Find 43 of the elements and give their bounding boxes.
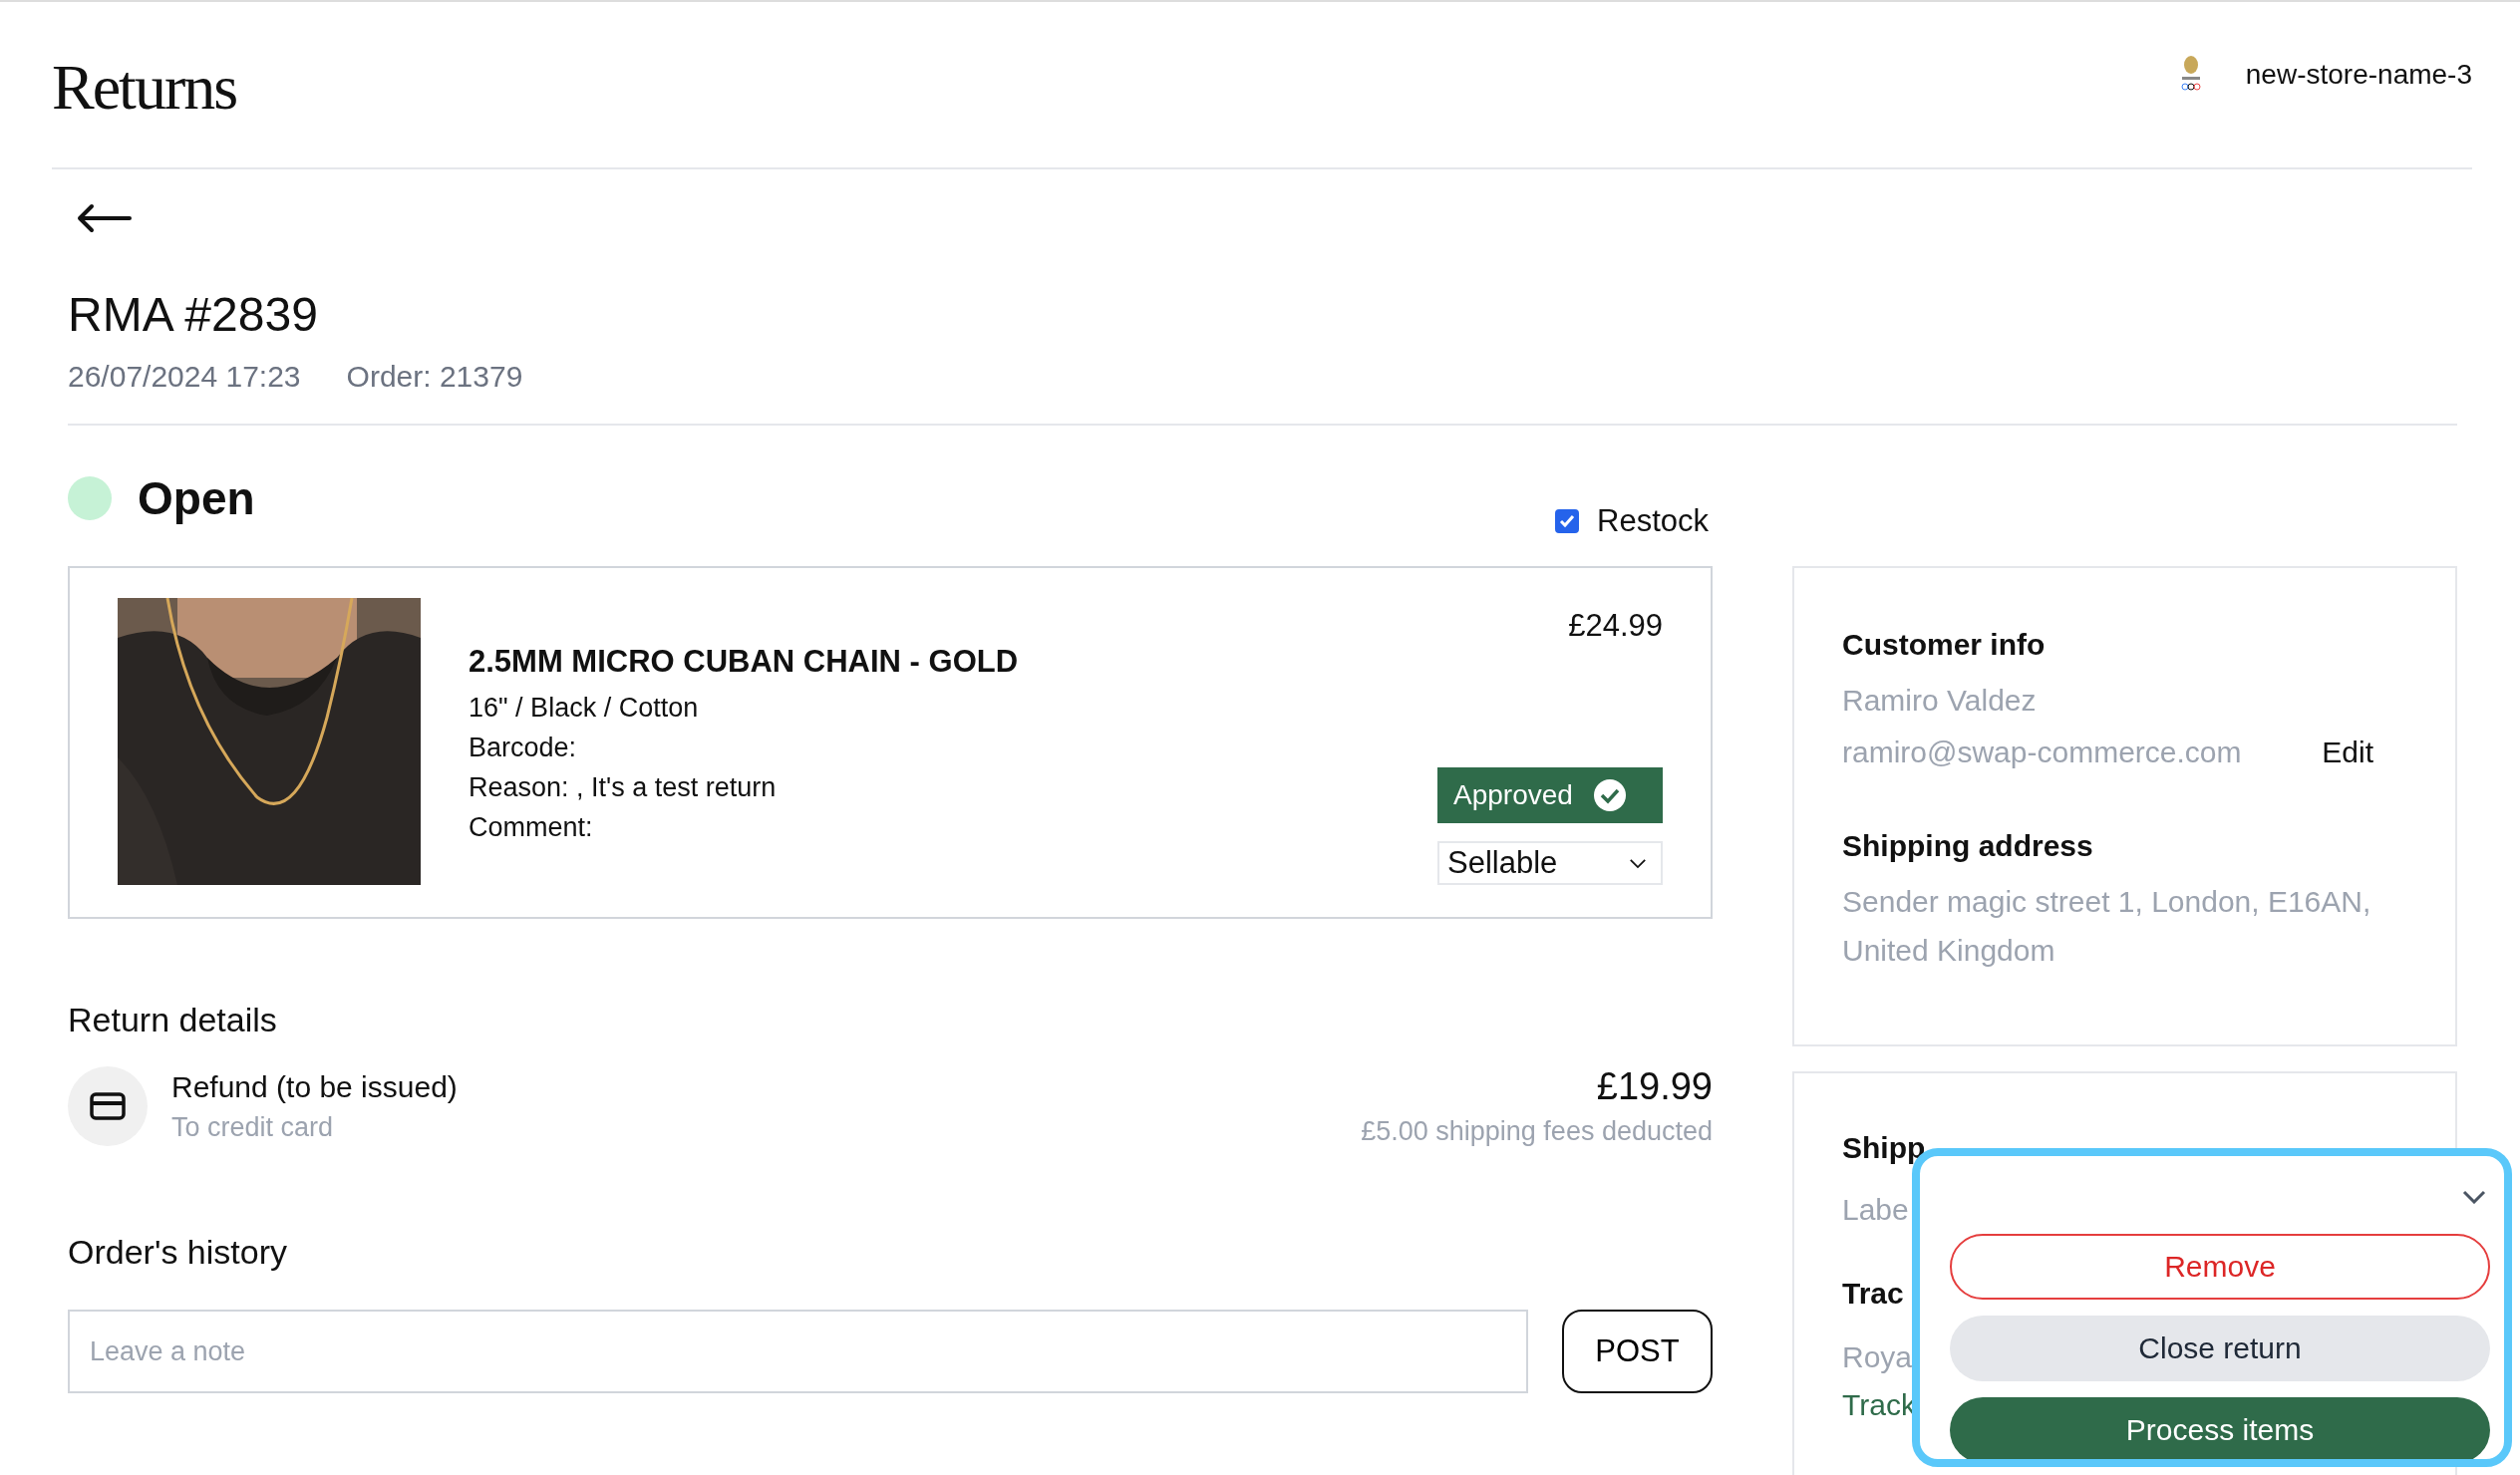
product-variant: 16" / Black / Cotton bbox=[469, 692, 700, 725]
product-barcode: Barcode: bbox=[469, 732, 578, 764]
approval-status: Approved bbox=[1437, 767, 1663, 823]
restock-checkbox[interactable] bbox=[1555, 509, 1579, 533]
customer-email: ramiro@swap-commerce.com bbox=[1842, 736, 2242, 769]
back-arrow-icon[interactable] bbox=[76, 203, 132, 233]
condition-select[interactable]: Sellable bbox=[1437, 841, 1663, 885]
return-date: 26/07/2024 17:23 bbox=[68, 360, 301, 394]
status-dot bbox=[68, 476, 112, 520]
page-title: Returns bbox=[52, 51, 237, 125]
label-status: Labe bbox=[1842, 1193, 1909, 1227]
store-name[interactable]: new-store-name-3 bbox=[2245, 59, 2472, 91]
panel-heading: Customer info bbox=[1842, 628, 2047, 662]
product-price: £24.99 bbox=[1568, 608, 1663, 644]
carrier-name: Roya bbox=[1842, 1340, 1913, 1374]
return-comment: Comment: bbox=[469, 811, 594, 844]
product-title: 2.5MM MICRO CUBAN CHAIN - GOLD bbox=[469, 644, 1020, 680]
edit-link[interactable]: Edit bbox=[2322, 736, 2373, 769]
action-button[interactable]: Close return bbox=[1950, 1316, 2490, 1381]
return-reason: Reason: , It's a test return bbox=[469, 771, 778, 804]
chevron-icon[interactable] bbox=[2462, 1190, 2486, 1204]
restock-label: Restock bbox=[1597, 503, 1709, 539]
section-heading: Return details bbox=[68, 1001, 278, 1039]
fees-note: £5.00 shipping fees deducted bbox=[1361, 1116, 1713, 1147]
refund-title: Refund (to be issued) bbox=[171, 1069, 459, 1104]
refund-method: To credit card bbox=[171, 1111, 335, 1143]
note-field[interactable]: Leave a note bbox=[68, 1310, 1528, 1393]
order-number: Order: 21379 bbox=[346, 360, 523, 394]
action-button[interactable]: Remove bbox=[1950, 1234, 2490, 1300]
status-label: Open bbox=[138, 471, 255, 525]
refund-amount: £19.99 bbox=[1595, 1065, 1713, 1108]
action-button[interactable]: Process items bbox=[1950, 1397, 2490, 1459]
panel-heading: Shipp bbox=[1842, 1131, 1926, 1165]
panel-heading: Shipping address bbox=[1842, 829, 2094, 863]
shipping-address: Sender magic street 1, London, E16AN, United Kingdom bbox=[1842, 884, 2372, 969]
panel-heading: Trac bbox=[1842, 1277, 1904, 1311]
tracking-link[interactable]: Track bbox=[1842, 1388, 1916, 1422]
chevron-icon bbox=[1629, 857, 1647, 869]
rma-title: RMA #2839 bbox=[68, 287, 319, 342]
customer-name: Ramiro Valdez bbox=[1842, 684, 2037, 718]
section-heading: Order's history bbox=[68, 1233, 288, 1272]
post-button[interactable]: POST bbox=[1562, 1310, 1713, 1393]
check-circle-icon bbox=[1592, 778, 1627, 812]
